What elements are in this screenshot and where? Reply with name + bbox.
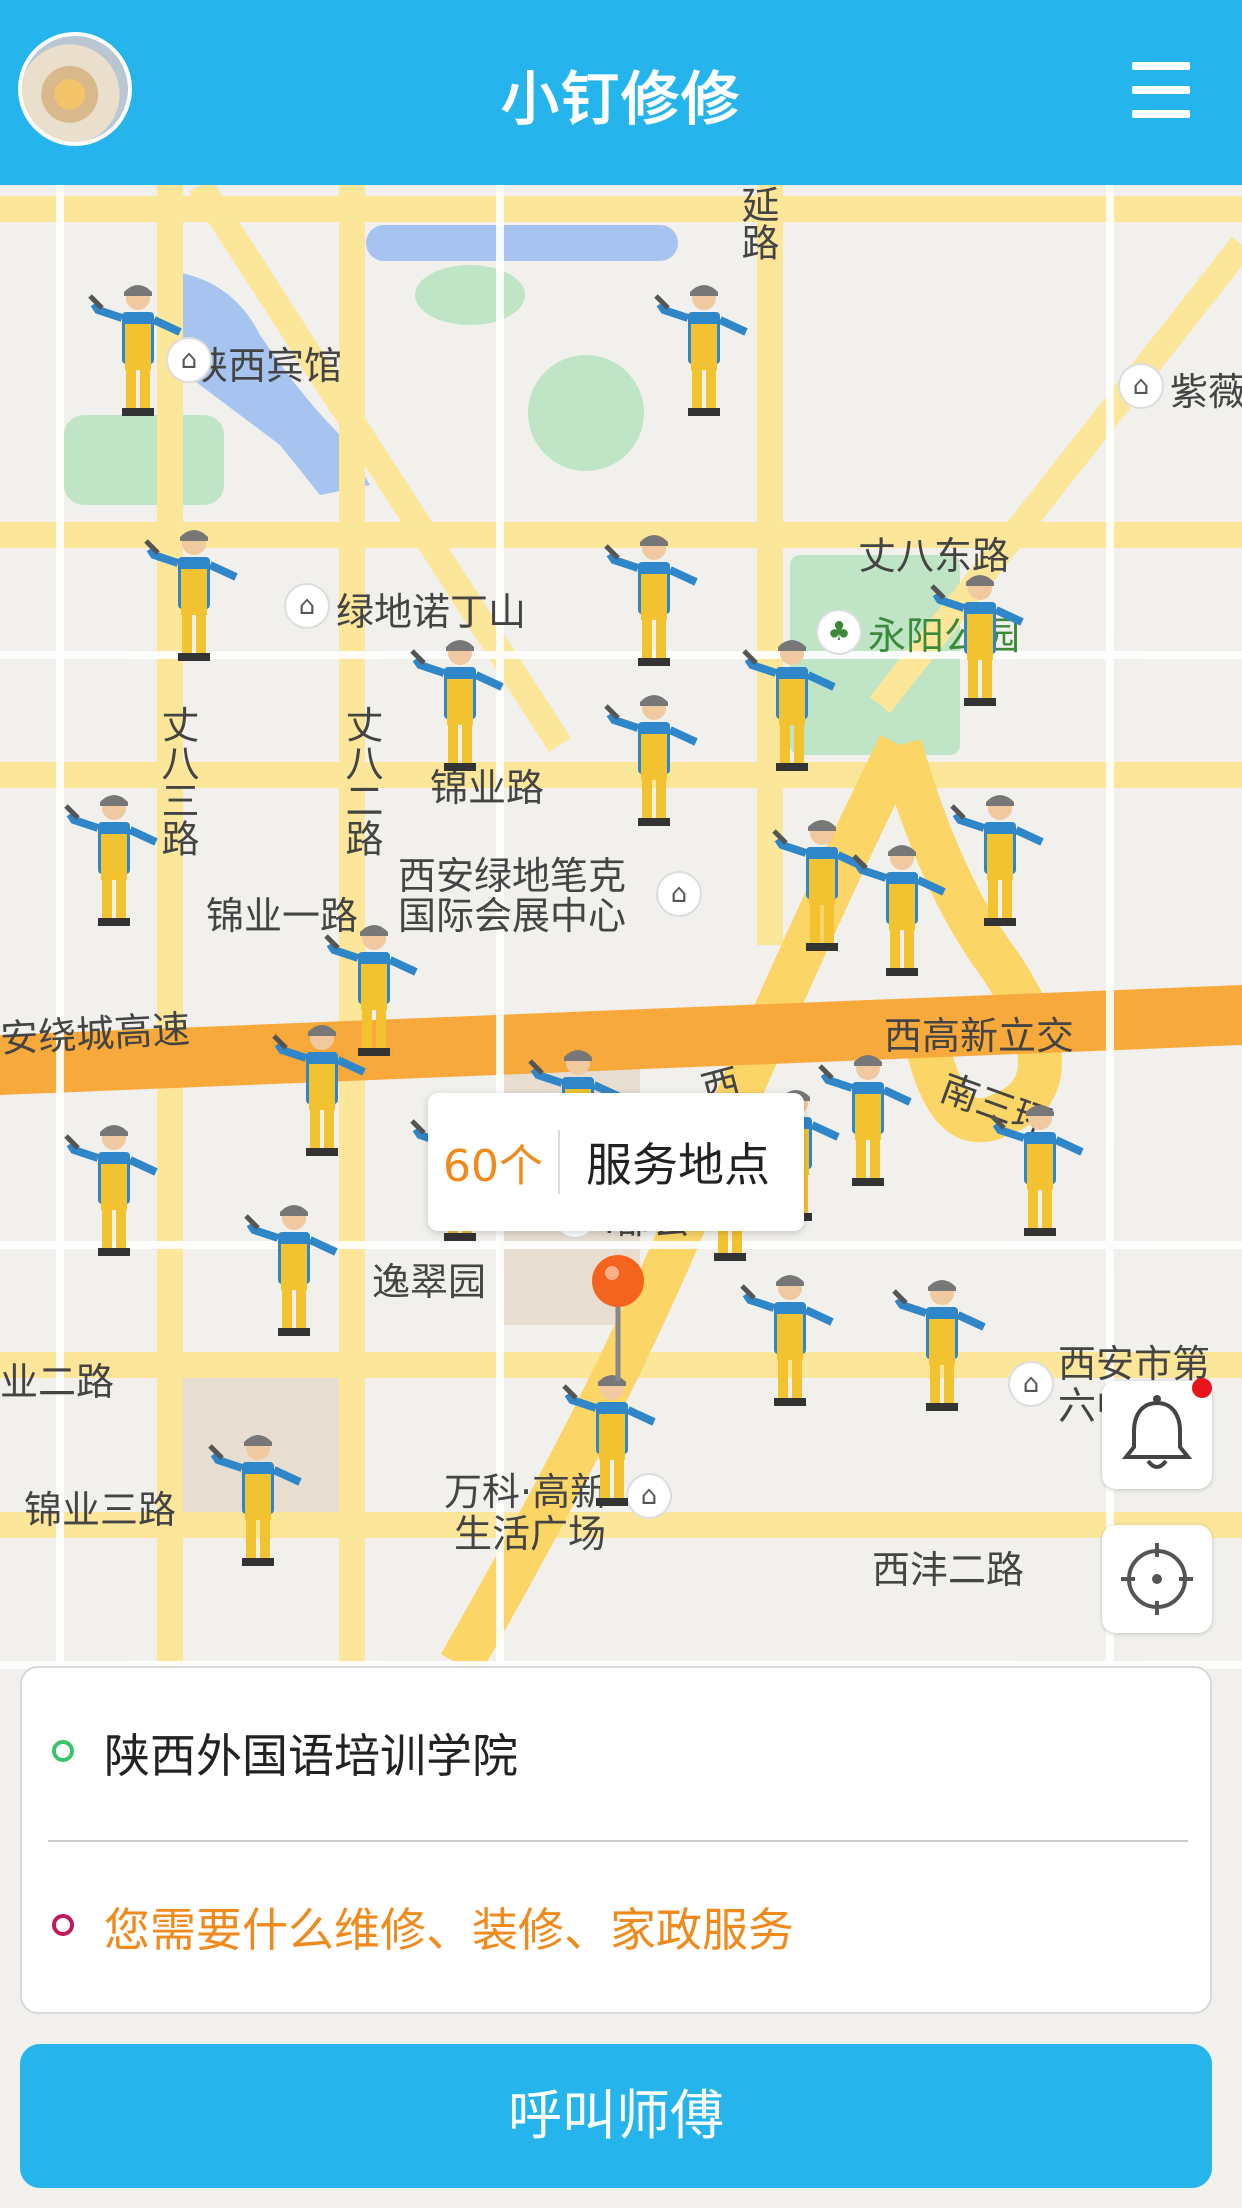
app-header: 小钉修修 [0,0,1242,185]
location-pin-icon [592,1255,644,1381]
map-label-lvdi-nuodingshan: 绿地诺丁山 [336,590,527,634]
service-input[interactable]: 您需要什么维修、装修、家政服务 [22,1842,1210,2012]
repair-worker-icon[interactable] [410,635,510,775]
service-location-label: 服务地点 [586,1138,770,1192]
locate-crosshair-icon [1121,1543,1193,1615]
map-label-shaanxi-hotel: 陕西宾馆 [190,344,343,388]
repair-worker-icon[interactable] [852,840,952,980]
map-label-lvdi-bike-2: 国际会展中心 [398,894,627,938]
repair-worker-icon[interactable] [818,1050,918,1190]
repair-worker-icon[interactable] [950,790,1050,930]
app-title: 小钉修修 [500,65,741,133]
map-label-xiyang-2: 西沣二路 [872,1548,1025,1592]
map-label-ring-expressway: 安绕城高速 [0,1007,192,1061]
building-icon: ⌂ [286,585,328,627]
repair-worker-icon[interactable] [562,1370,662,1510]
repair-worker-icon[interactable] [64,1120,164,1260]
building-icon: ⌂ [1120,365,1162,407]
service-count: 60个 [443,1141,543,1192]
repair-worker-icon[interactable] [604,530,704,670]
call-master-button[interactable]: 呼叫师傅 [20,2044,1212,2188]
map-label-ziwei: 紫薇 [1170,370,1242,414]
locate-button[interactable] [1102,1525,1212,1633]
map-label-yicuiyuan: 逸翠园 [372,1260,487,1304]
location-field[interactable]: 陕西外国语培训学院 [22,1668,1210,1838]
order-form: 陕西外国语培训学院 您需要什么维修、装修、家政服务 [20,1666,1212,2014]
map-label-jinye-3: 锦业三路 [24,1488,177,1532]
start-dot-icon [52,1740,74,1762]
service-count-callout[interactable]: 60个 服务地点 [428,1093,804,1231]
repair-worker-icon[interactable] [742,635,842,775]
repair-worker-icon[interactable] [930,570,1030,710]
service-dot-icon [52,1914,74,1936]
repair-worker-icon[interactable] [64,790,164,930]
repair-worker-icon[interactable] [990,1100,1090,1240]
repair-worker-icon[interactable] [604,690,704,830]
school-icon: ⌂ [1010,1363,1052,1405]
repair-worker-icon[interactable] [654,280,754,420]
repair-worker-icon[interactable] [892,1275,992,1415]
location-value: 陕西外国语培训学院 [104,1729,518,1783]
map-label-road: 延路 [735,185,779,261]
hamburger-menu-icon[interactable] [1132,62,1190,118]
notification-button[interactable] [1102,1381,1212,1489]
map-label-jinye-2: 业二路 [0,1360,115,1404]
map-label-vanke-2: 生活广场 [454,1512,607,1556]
service-placeholder: 您需要什么维修、装修、家政服务 [104,1903,794,1957]
repair-worker-icon[interactable] [740,1270,840,1410]
repair-worker-icon[interactable] [88,280,188,420]
notification-badge-dot [1192,1378,1212,1398]
museum-icon: ⌂ [658,873,700,915]
map-label-zhangba-2: 丈八二路 [339,705,383,857]
repair-worker-icon[interactable] [272,1020,372,1160]
bell-icon [1121,1395,1193,1469]
repair-worker-icon[interactable] [144,525,244,665]
repair-worker-icon[interactable] [244,1200,344,1340]
repair-worker-icon[interactable] [208,1430,308,1570]
